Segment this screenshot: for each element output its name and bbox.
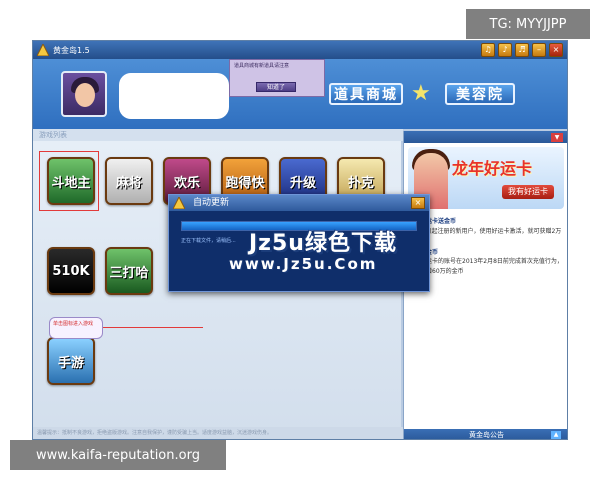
settings-icon[interactable]: ♬ <box>515 43 529 57</box>
close-button[interactable]: × <box>549 43 563 57</box>
window-title: 黄金岛1.5 <box>53 45 90 55</box>
game-tile-label: 三打哈 <box>109 265 149 281</box>
notice-text: 道具商城有新道具请注意 <box>234 63 290 69</box>
update-logo-icon <box>173 197 185 209</box>
news-panel-header <box>404 131 567 143</box>
game-tile[interactable]: 手游 <box>47 337 95 385</box>
hint-bubble: 单击图标进入游戏 <box>49 317 103 339</box>
games-section-header: 游戏列表 <box>33 129 403 141</box>
site-url-tag: www.kaifa-reputation.org <box>10 440 226 470</box>
game-tile-label: 510K <box>52 263 90 279</box>
avatar-face <box>75 83 95 107</box>
lucky-card-banner[interactable]: 龙年好运卡 我有好运卡 <box>408 147 564 209</box>
banner-title: 龙年好运卡 <box>452 159 533 178</box>
dialog-close-button[interactable]: × <box>411 197 425 209</box>
app-logo-icon <box>37 44 49 56</box>
game-tile-label: 麻将 <box>115 175 142 191</box>
news-panel-footer: 黄金岛公告 ▲ <box>404 429 567 439</box>
dropdown-icon[interactable]: ▼ <box>551 133 563 142</box>
music-icon[interactable]: ♫ <box>481 43 495 57</box>
game-tile[interactable]: 斗地主 <box>47 157 95 205</box>
announcement-label[interactable]: 黄金岛公告 <box>469 431 504 439</box>
news-list: 激活好运卡送金币 9月28日起注册的新用户，使用好运卡激活，就可获赠2万金币 充… <box>408 215 566 277</box>
update-status-text: 正在下载文件，请稍后... <box>181 238 236 244</box>
game-tile-label: 斗地主 <box>51 175 91 191</box>
auto-update-dialog: 自动更新 × 正在下载文件，请稍后... Jz5u绿色下载 www.Jz5u.C… <box>168 194 430 292</box>
hint-arrow <box>103 327 203 328</box>
download-site-url-watermark: www.Jz5u.Com <box>229 255 378 273</box>
game-tile[interactable]: 麻将 <box>105 157 153 205</box>
star-icon: ★ <box>411 81 431 106</box>
tg-watermark-tag: TG: MYYJJPP <box>466 9 590 39</box>
avatar[interactable] <box>61 71 107 117</box>
scroll-up-icon[interactable]: ▲ <box>551 431 561 439</box>
item-shop-button[interactable]: 道具商城 <box>329 83 403 105</box>
news-body-0: 9月28日起注册的新用户，使用好运卡激活，就可获赠2万金币 <box>408 227 562 245</box>
news-head-0[interactable]: 激活好运卡送金币 <box>408 217 566 227</box>
dialog-title: 自动更新 <box>193 198 230 208</box>
dialog-title-bar: 自动更新 × <box>169 195 429 211</box>
have-lucky-card-button[interactable]: 我有好运卡 <box>502 185 554 199</box>
sound-icon[interactable]: ♪ <box>498 43 512 57</box>
game-tile[interactable]: 510K <box>47 247 95 295</box>
redacted-user-info <box>119 73 229 119</box>
news-body-1: 激活好运卡的账号在2013年2月8日前完成首次充值行为，即可获赠60万的金币 <box>408 258 563 275</box>
title-bar: 黄金岛1.5 ♫ ♪ ♬ – × <box>33 41 567 59</box>
beauty-salon-button[interactable]: 美容院 <box>445 83 515 105</box>
game-tile[interactable]: 三打哈 <box>105 247 153 295</box>
game-tile-label: 手游 <box>57 355 84 371</box>
status-bar: 温馨提示：抵制不良游戏，拒绝盗版游戏。注意自我保护，谨防受骗上当。适度游戏益脑，… <box>33 427 403 439</box>
notice-popup: 道具商城有新道具请注意 知道了 <box>229 59 325 97</box>
window-controls: ♫ ♪ ♬ – × <box>481 43 563 57</box>
lobby-header: 道具商城有新道具请注意 知道了 道具商城 ★ 美容院 <box>33 59 567 129</box>
games-section-label: 游戏列表 <box>39 131 67 139</box>
download-site-watermark: Jz5u绿色下载 <box>249 231 397 256</box>
minimize-button[interactable]: – <box>532 43 546 57</box>
notice-ok-button[interactable]: 知道了 <box>256 82 296 92</box>
news-head-1[interactable]: 充值送金币 <box>408 248 566 258</box>
